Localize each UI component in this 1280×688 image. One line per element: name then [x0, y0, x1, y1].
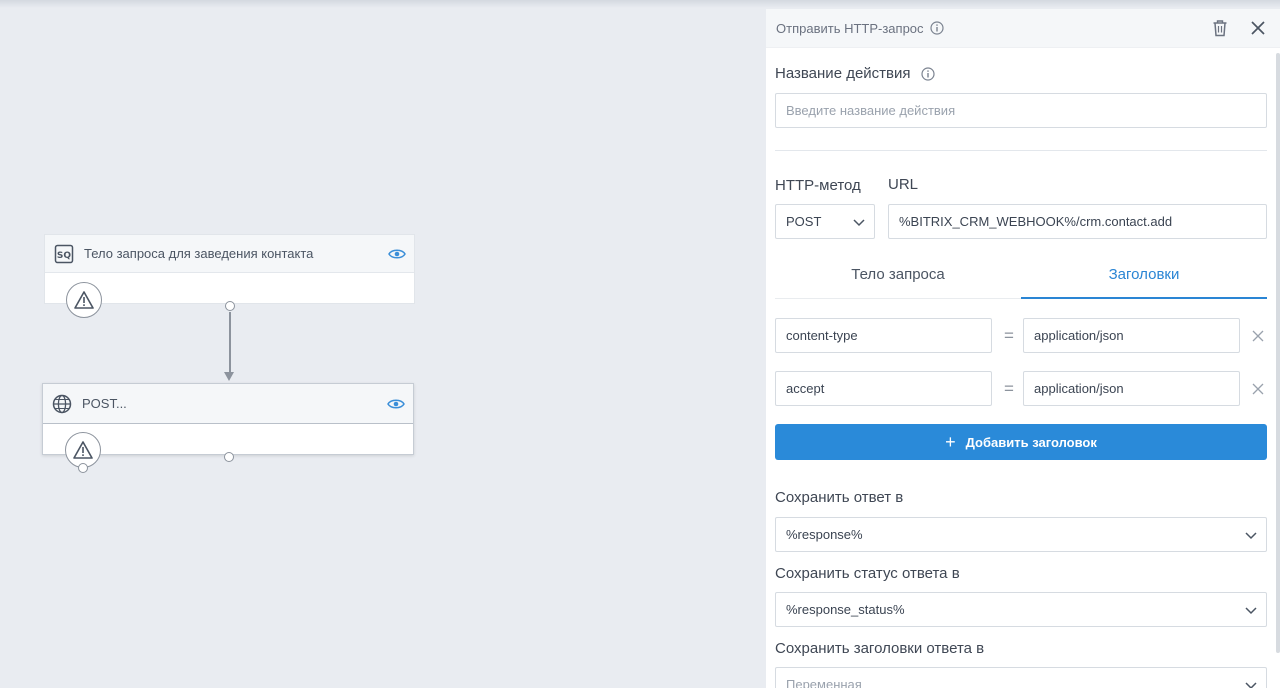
- header-key-input[interactable]: content-type: [775, 318, 992, 353]
- save-headers-select[interactable]: Переменная: [775, 667, 1267, 688]
- chevron-down-icon: [1244, 603, 1258, 617]
- input-port[interactable]: [78, 463, 88, 473]
- plus-icon: +: [945, 432, 956, 452]
- section-divider: [775, 150, 1267, 151]
- output-port[interactable]: [224, 452, 234, 462]
- add-header-button[interactable]: + Добавить заголовок: [775, 424, 1267, 460]
- sq-badge-icon: SQ: [54, 244, 74, 264]
- chevron-down-icon: [1244, 528, 1258, 542]
- header-value-input[interactable]: application/json: [1023, 318, 1240, 353]
- tab-request-body[interactable]: Тело запроса: [775, 265, 1021, 299]
- node-header: POST...: [43, 384, 413, 424]
- save-headers-label: Сохранить заголовки ответа в: [775, 640, 985, 657]
- info-icon[interactable]: [921, 67, 935, 81]
- save-status-select[interactable]: %response_status%: [775, 592, 1267, 627]
- panel-header: Отправить HTTP-запрос: [766, 9, 1280, 48]
- eye-icon[interactable]: [387, 398, 405, 410]
- action-name-input[interactable]: Введите название действия: [775, 93, 1267, 128]
- save-status-value: %response_status%: [786, 602, 905, 617]
- header-value-input[interactable]: application/json: [1023, 371, 1240, 406]
- panel-title: Отправить HTTP-запрос: [776, 20, 924, 36]
- connection-arrow: [224, 372, 234, 381]
- panel-scrollbar[interactable]: [1276, 53, 1280, 653]
- url-input[interactable]: %BITRIX_CRM_WEBHOOK%/crm.contact.add: [888, 204, 1267, 239]
- info-icon[interactable]: [929, 21, 944, 35]
- trash-icon[interactable]: [1212, 19, 1228, 37]
- http-method-select[interactable]: POST: [775, 204, 875, 239]
- save-response-select[interactable]: %response%: [775, 517, 1267, 552]
- node-header: SQ Тело запроса для заведения контакта: [45, 235, 414, 273]
- node-title: POST...: [82, 396, 127, 411]
- svg-text:SQ: SQ: [57, 251, 71, 261]
- tab-headers[interactable]: Заголовки: [1021, 265, 1267, 299]
- top-shade: [0, 0, 1280, 8]
- action-settings-panel: Отправить HTTP-запрос Название действия …: [766, 9, 1280, 688]
- chevron-down-icon: [852, 215, 866, 229]
- action-name-label: Название действия: [775, 65, 911, 82]
- action-name-label-row: Название действия: [775, 65, 935, 82]
- connection-line: [229, 312, 231, 374]
- save-response-label: Сохранить ответ в: [775, 489, 904, 506]
- add-header-label: Добавить заголовок: [965, 434, 1097, 450]
- header-key-input[interactable]: accept: [775, 371, 992, 406]
- eye-icon[interactable]: [388, 248, 406, 260]
- save-status-label: Сохранить статус ответа в: [775, 565, 960, 582]
- url-label: URL: [888, 176, 919, 193]
- save-response-value: %response%: [786, 527, 863, 542]
- node-title: Тело запроса для заведения контакта: [84, 246, 314, 261]
- save-headers-placeholder: Переменная: [786, 677, 862, 688]
- remove-icon[interactable]: [1251, 382, 1265, 396]
- warning-icon[interactable]: [66, 282, 102, 318]
- http-method-label: HTTP-метод: [775, 177, 861, 194]
- output-port[interactable]: [225, 301, 235, 311]
- http-method-value: POST: [786, 214, 822, 229]
- equals-sign: =: [1004, 379, 1014, 398]
- equals-sign: =: [1004, 326, 1014, 345]
- chevron-down-icon: [1244, 678, 1258, 688]
- close-icon[interactable]: [1250, 20, 1266, 36]
- globe-icon: [52, 394, 72, 414]
- remove-icon[interactable]: [1251, 329, 1265, 343]
